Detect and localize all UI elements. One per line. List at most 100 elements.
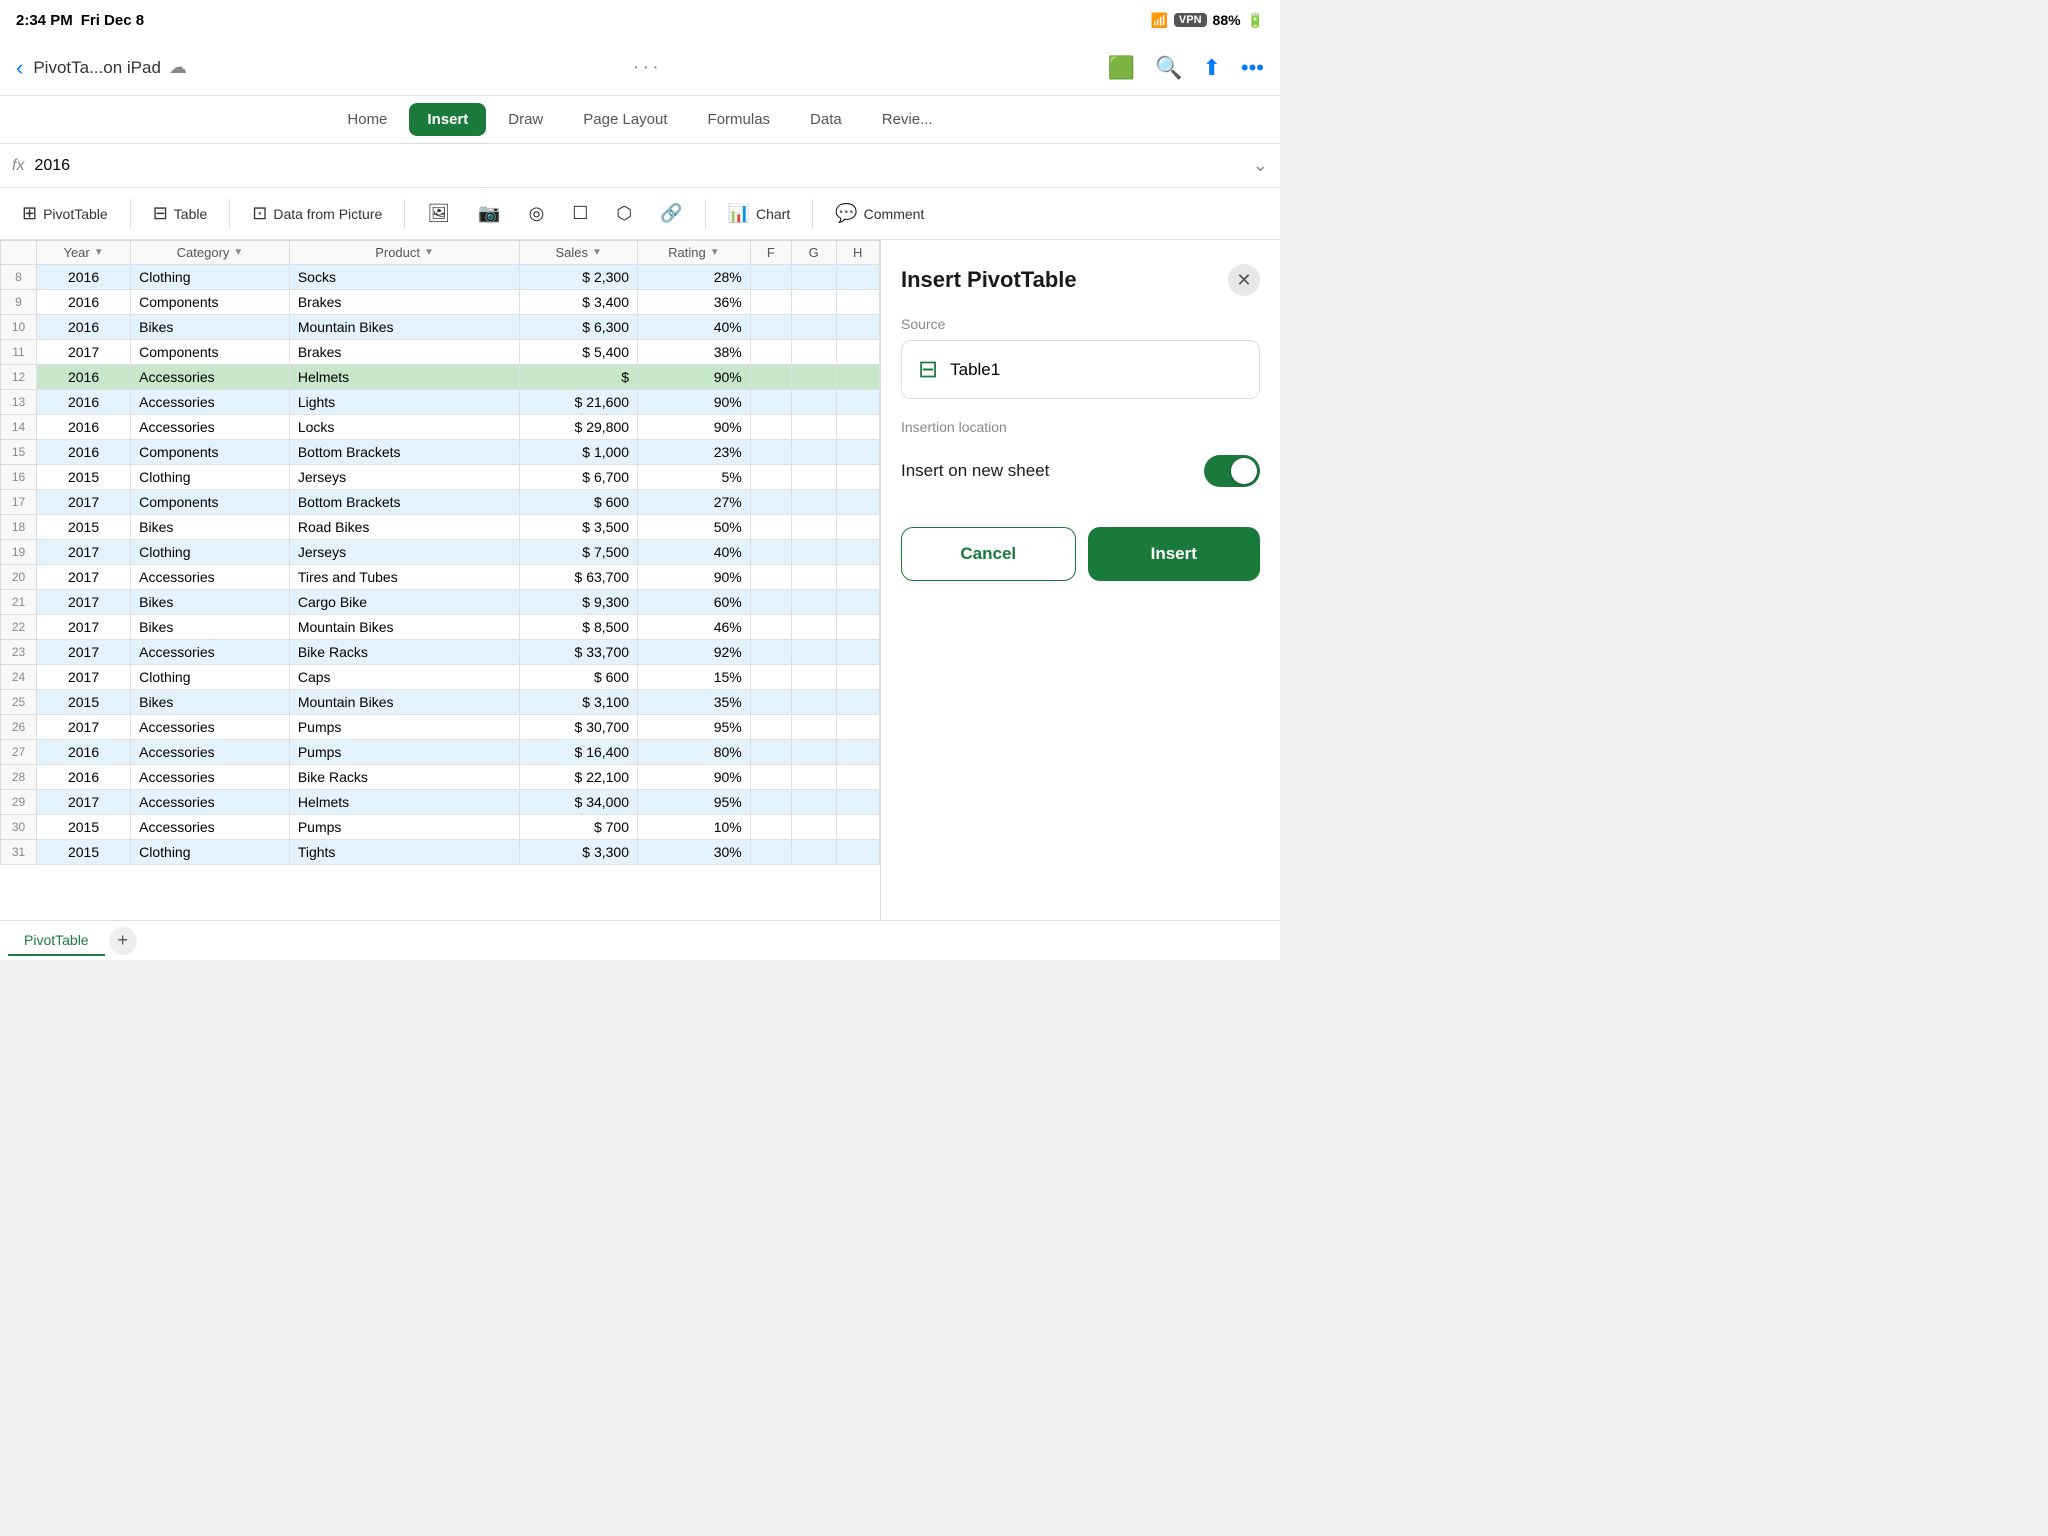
table-row[interactable]: 20 2017 Accessories Tires and Tubes $ 63… xyxy=(1,565,880,590)
cell-year[interactable]: 2015 xyxy=(37,465,131,490)
cell-rating[interactable]: 90% xyxy=(638,565,751,590)
cell-product[interactable]: Caps xyxy=(289,665,519,690)
cell-category[interactable]: Clothing xyxy=(131,540,290,565)
cell-sales[interactable]: $ 600 xyxy=(520,490,638,515)
cell-sales[interactable]: $ 2,300 xyxy=(520,265,638,290)
cell-rating[interactable]: 60% xyxy=(638,590,751,615)
table-row[interactable]: 19 2017 Clothing Jerseys $ 7,500 40% xyxy=(1,540,880,565)
cell-h[interactable] xyxy=(836,840,880,865)
cell-year[interactable]: 2017 xyxy=(37,615,131,640)
cell-category[interactable]: Accessories xyxy=(131,765,290,790)
pivot-table-sheet-tab[interactable]: PivotTable xyxy=(8,926,105,956)
cell-f[interactable] xyxy=(750,740,791,765)
cell-product[interactable]: Tights xyxy=(289,840,519,865)
cell-sales[interactable]: $ 22,100 xyxy=(520,765,638,790)
cell-h[interactable] xyxy=(836,440,880,465)
table-row[interactable]: 9 2016 Components Brakes $ 3,400 36% xyxy=(1,290,880,315)
col-header-g[interactable]: G xyxy=(791,241,836,265)
cell-year[interactable]: 2017 xyxy=(37,565,131,590)
col-header-product[interactable]: Product ▼ xyxy=(289,241,519,265)
cell-g[interactable] xyxy=(791,365,836,390)
cell-product[interactable]: Bike Racks xyxy=(289,765,519,790)
cell-product[interactable]: Bike Racks xyxy=(289,640,519,665)
cell-h[interactable] xyxy=(836,615,880,640)
cell-category[interactable]: Clothing xyxy=(131,665,290,690)
table-row[interactable]: 13 2016 Accessories Lights $ 21,600 90% xyxy=(1,390,880,415)
cell-sales[interactable]: $ 29,800 xyxy=(520,415,638,440)
cell-g[interactable] xyxy=(791,640,836,665)
cell-rating[interactable]: 50% xyxy=(638,515,751,540)
tab-home[interactable]: Home xyxy=(329,103,405,136)
share-icon[interactable]: ⬆ xyxy=(1202,55,1220,81)
cell-g[interactable] xyxy=(791,715,836,740)
cell-g[interactable] xyxy=(791,415,836,440)
formula-value[interactable]: 2016 xyxy=(34,157,1242,175)
cell-sales[interactable]: $ 16,400 xyxy=(520,740,638,765)
cell-f[interactable] xyxy=(750,540,791,565)
table-row[interactable]: 16 2015 Clothing Jerseys $ 6,700 5% xyxy=(1,465,880,490)
cell-h[interactable] xyxy=(836,790,880,815)
cell-rating[interactable]: 92% xyxy=(638,640,751,665)
cell-g[interactable] xyxy=(791,465,836,490)
cell-h[interactable] xyxy=(836,315,880,340)
comment-button[interactable]: 💬 Comment xyxy=(825,197,934,230)
cell-f[interactable] xyxy=(750,390,791,415)
cell-h[interactable] xyxy=(836,290,880,315)
table-row[interactable]: 26 2017 Accessories Pumps $ 30,700 95% xyxy=(1,715,880,740)
cell-f[interactable] xyxy=(750,840,791,865)
cell-category[interactable]: Accessories xyxy=(131,640,290,665)
cell-year[interactable]: 2017 xyxy=(37,640,131,665)
cell-rating[interactable]: 10% xyxy=(638,815,751,840)
cell-sales[interactable]: $ 34,000 xyxy=(520,790,638,815)
cell-g[interactable] xyxy=(791,540,836,565)
cell-f[interactable] xyxy=(750,690,791,715)
cell-g[interactable] xyxy=(791,665,836,690)
table-row[interactable]: 8 2016 Clothing Socks $ 2,300 28% xyxy=(1,265,880,290)
cell-rating[interactable]: 28% xyxy=(638,265,751,290)
cell-f[interactable] xyxy=(750,590,791,615)
cancel-button[interactable]: Cancel xyxy=(901,527,1076,581)
cell-f[interactable] xyxy=(750,415,791,440)
cell-rating[interactable]: 46% xyxy=(638,615,751,640)
col-header-category[interactable]: Category ▼ xyxy=(131,241,290,265)
cell-product[interactable]: Brakes xyxy=(289,290,519,315)
cell-f[interactable] xyxy=(750,790,791,815)
cell-sales[interactable]: $ 21,600 xyxy=(520,390,638,415)
table-row[interactable]: 11 2017 Components Brakes $ 5,400 38% xyxy=(1,340,880,365)
cell-h[interactable] xyxy=(836,365,880,390)
cell-h[interactable] xyxy=(836,815,880,840)
cell-rating[interactable]: 90% xyxy=(638,390,751,415)
cell-product[interactable]: Socks xyxy=(289,265,519,290)
cell-g[interactable] xyxy=(791,840,836,865)
cell-sales[interactable]: $ 8,500 xyxy=(520,615,638,640)
sales-filter-icon[interactable]: ▼ xyxy=(592,247,602,258)
back-button[interactable]: ‹ xyxy=(16,55,23,81)
table-row[interactable]: 29 2017 Accessories Helmets $ 34,000 95% xyxy=(1,790,880,815)
cell-category[interactable]: Accessories xyxy=(131,415,290,440)
cell-year[interactable]: 2015 xyxy=(37,840,131,865)
cell-sales[interactable]: $ 30,700 xyxy=(520,715,638,740)
cell-g[interactable] xyxy=(791,740,836,765)
cell-year[interactable]: 2017 xyxy=(37,590,131,615)
cell-h[interactable] xyxy=(836,540,880,565)
cell-h[interactable] xyxy=(836,415,880,440)
add-sheet-button[interactable]: + xyxy=(109,927,137,955)
cell-year[interactable]: 2015 xyxy=(37,515,131,540)
cell-product[interactable]: Jerseys xyxy=(289,465,519,490)
cell-product[interactable]: Tires and Tubes xyxy=(289,565,519,590)
cell-category[interactable]: Clothing xyxy=(131,265,290,290)
cell-product[interactable]: Locks xyxy=(289,415,519,440)
category-filter-icon[interactable]: ▼ xyxy=(233,247,243,258)
cell-year[interactable]: 2017 xyxy=(37,540,131,565)
cell-rating[interactable]: 80% xyxy=(638,740,751,765)
cell-product[interactable]: Jerseys xyxy=(289,540,519,565)
cell-rating[interactable]: 40% xyxy=(638,315,751,340)
table-row[interactable]: 12 2016 Accessories Helmets $ 90% xyxy=(1,365,880,390)
cell-f[interactable] xyxy=(750,640,791,665)
cell-f[interactable] xyxy=(750,615,791,640)
cell-year[interactable]: 2015 xyxy=(37,815,131,840)
cell-sales[interactable]: $ 1,000 xyxy=(520,440,638,465)
cell-rating[interactable]: 95% xyxy=(638,790,751,815)
cell-category[interactable]: Clothing xyxy=(131,840,290,865)
cell-product[interactable]: Lights xyxy=(289,390,519,415)
